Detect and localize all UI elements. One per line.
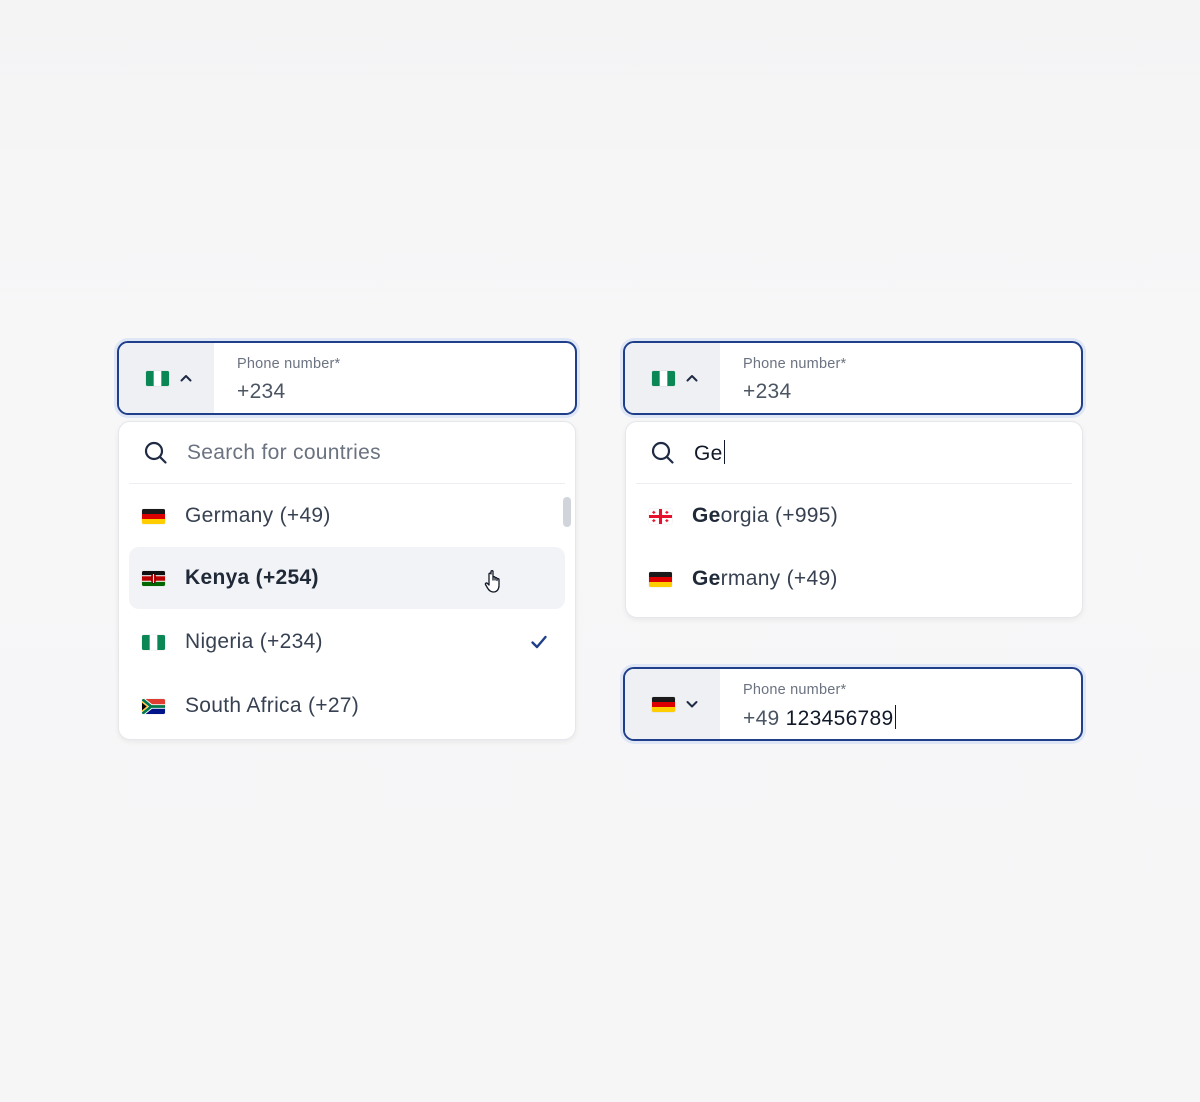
country-selector-button[interactable] bbox=[625, 343, 720, 413]
phone-number-value: +234 bbox=[237, 380, 286, 403]
hand-pointer-cursor-icon bbox=[484, 570, 500, 593]
nigeria-flag-icon bbox=[146, 371, 169, 386]
search-match-highlight: Ge bbox=[692, 567, 721, 590]
country-option-germany[interactable]: Germany (+49) bbox=[636, 548, 1072, 610]
search-value: Ge bbox=[694, 439, 726, 466]
search-icon bbox=[651, 441, 674, 464]
country-option-label: Germany (+49) bbox=[692, 567, 838, 590]
entered-number: 123456789 bbox=[785, 707, 894, 730]
germany-flag-icon bbox=[649, 572, 672, 587]
search-icon bbox=[144, 441, 167, 464]
country-selector-button[interactable] bbox=[119, 343, 214, 413]
nigeria-flag-icon bbox=[652, 371, 675, 386]
checkmark-icon bbox=[531, 635, 547, 649]
country-search-input[interactable]: Search for countries bbox=[129, 422, 565, 484]
phone-number-label: Phone number* bbox=[743, 682, 847, 698]
phone-number-input[interactable]: Phone number* +234 bbox=[214, 343, 575, 413]
phone-number-input[interactable]: Phone number* +49 123456789 bbox=[720, 669, 1081, 739]
kenya-flag-icon bbox=[142, 571, 165, 586]
phone-number-value: +234 bbox=[743, 380, 792, 403]
south-africa-flag-icon bbox=[142, 699, 165, 714]
country-option-label: South Africa (+27) bbox=[185, 694, 360, 717]
country-option-nigeria[interactable]: Nigeria (+234) bbox=[129, 611, 565, 673]
phone-number-value: +49 123456789 bbox=[743, 705, 1081, 731]
chevron-down-icon bbox=[686, 701, 698, 708]
chevron-up-icon bbox=[686, 375, 698, 382]
country-option-south-africa[interactable]: South Africa (+27) bbox=[129, 675, 565, 737]
dial-code: +49 bbox=[743, 707, 780, 730]
country-option-kenya[interactable]: Kenya (+254) bbox=[129, 547, 565, 609]
phone-field-filled: Phone number* +49 123456789 bbox=[623, 667, 1083, 741]
germany-flag-icon bbox=[652, 697, 675, 712]
text-caret bbox=[723, 439, 726, 464]
country-search-input[interactable]: Ge bbox=[636, 422, 1072, 484]
country-selector-button[interactable] bbox=[625, 669, 720, 739]
search-placeholder: Search for countries bbox=[187, 440, 381, 464]
search-match-highlight: Ge bbox=[692, 504, 721, 527]
text-caret bbox=[894, 705, 896, 729]
phone-number-label: Phone number* bbox=[237, 356, 341, 372]
nigeria-flag-icon bbox=[142, 635, 165, 650]
country-dropdown-right: Ge Georgia (+995) Germany (+49) bbox=[625, 421, 1083, 618]
country-option-label: Nigeria (+234) bbox=[185, 630, 323, 653]
country-option-label: Georgia (+995) bbox=[692, 504, 839, 527]
country-option-germany[interactable]: Germany (+49) bbox=[129, 485, 565, 547]
phone-field-right: Phone number* +234 bbox=[623, 341, 1083, 415]
country-option-label: Kenya (+254) bbox=[185, 566, 319, 589]
country-option-georgia[interactable]: Georgia (+995) bbox=[636, 485, 1072, 547]
dropdown-scrollbar[interactable] bbox=[563, 497, 571, 527]
phone-number-label: Phone number* bbox=[743, 356, 847, 372]
phone-number-input[interactable]: Phone number* +234 bbox=[720, 343, 1081, 413]
country-option-label: Germany (+49) bbox=[185, 504, 331, 527]
georgia-flag-icon bbox=[649, 509, 672, 524]
phone-field-left: Phone number* +234 bbox=[117, 341, 577, 415]
germany-flag-icon bbox=[142, 509, 165, 524]
country-dropdown-left: Search for countries Germany (+49) Kenya… bbox=[118, 421, 576, 740]
chevron-up-icon bbox=[180, 375, 192, 382]
